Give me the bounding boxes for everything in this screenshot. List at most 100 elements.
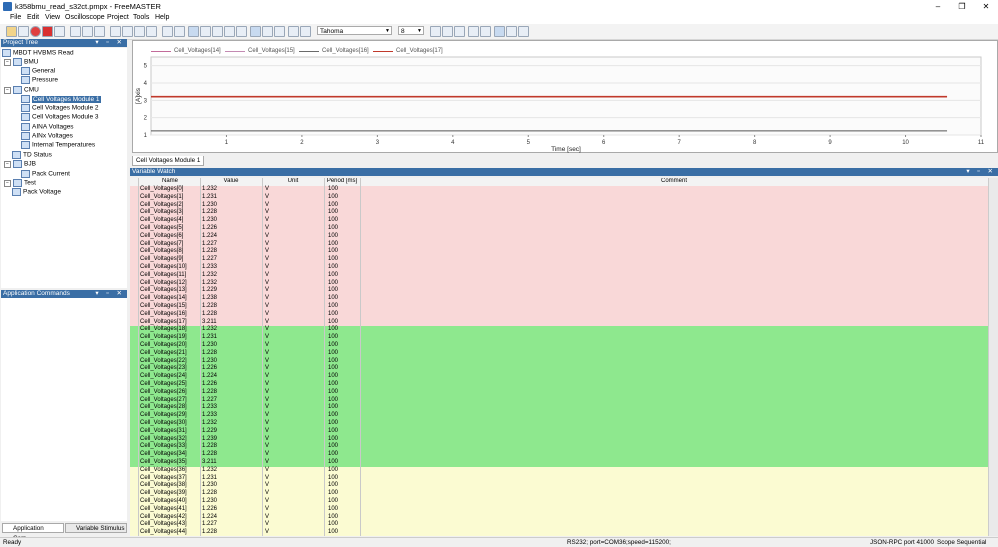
table-row[interactable]: Cell_Voltages[22] 1.230 V 100 xyxy=(130,357,988,366)
italic-icon[interactable] xyxy=(442,26,453,37)
table-row[interactable]: Cell_Voltages[0] 1.232 V 100 xyxy=(130,186,988,194)
align-left-icon[interactable] xyxy=(494,26,505,37)
close-button[interactable]: ✕ xyxy=(976,1,996,12)
table-row[interactable]: Cell_Voltages[30] 1.232 V 100 xyxy=(130,420,988,428)
tree-node-cell-voltages-module-2[interactable]: Cell Voltages Module 2 xyxy=(21,104,99,113)
vertical-scrollbar[interactable] xyxy=(988,178,998,536)
tab-scope-cell-voltages-module-1[interactable]: Cell Voltages Module 1 xyxy=(132,156,205,166)
back-icon[interactable] xyxy=(110,26,121,37)
table-row[interactable]: Cell_Voltages[38] 1.230 V 100 xyxy=(130,482,988,491)
pane-controls[interactable]: ▾ ▫ ✕ xyxy=(95,290,125,298)
oscilloscope-panel[interactable]: Cell_Voltages[14] Cell_Voltages[15] Cell… xyxy=(132,40,998,153)
table-row[interactable]: Cell_Voltages[37] 1.231 V 100 xyxy=(130,474,988,483)
export-icon[interactable] xyxy=(288,26,299,37)
tree-node-internal-temperatures[interactable]: Internal Temperatures xyxy=(21,141,95,150)
table-row[interactable]: Cell_Voltages[28] 1.233 V 100 xyxy=(130,404,988,413)
zoom-x-icon[interactable] xyxy=(212,26,223,37)
tree-node-pack-current[interactable]: Pack Current xyxy=(21,170,70,179)
pane-controls[interactable]: ▾ ▫ ✕ xyxy=(966,168,996,176)
table-row[interactable]: Cell_Voltages[35] 3.211 V 100 xyxy=(130,459,988,467)
underline-icon[interactable] xyxy=(454,26,465,37)
column-header-value[interactable]: Value xyxy=(200,178,262,186)
table-row[interactable]: Cell_Voltages[3] 1.228 V 100 xyxy=(130,209,988,218)
move-down-icon[interactable] xyxy=(274,26,285,37)
fit-icon[interactable] xyxy=(236,26,247,37)
table-row[interactable]: Cell_Voltages[20] 1.230 V 100 xyxy=(130,342,988,350)
table-row[interactable]: Cell_Voltages[1] 1.231 V 100 xyxy=(130,193,988,202)
pane-controls[interactable]: ▾ ▫ ✕ xyxy=(95,39,125,47)
tab-application-commands[interactable]: Application Com... xyxy=(2,523,64,542)
column-header-period[interactable]: Period [ms] xyxy=(324,178,360,186)
table-row[interactable]: Cell_Voltages[23] 1.226 V 100 xyxy=(130,365,988,374)
table-row[interactable]: Cell_Voltages[9] 1.227 V 100 xyxy=(130,256,988,264)
table-row[interactable]: Cell_Voltages[7] 1.227 V 100 xyxy=(130,240,988,249)
table-row[interactable]: Cell_Voltages[8] 1.228 V 100 xyxy=(130,248,988,257)
save-icon[interactable] xyxy=(18,26,29,37)
table-row[interactable]: Cell_Voltages[34] 1.228 V 100 xyxy=(130,451,988,459)
table-row[interactable]: Cell_Voltages[6] 1.224 V 100 xyxy=(130,232,988,241)
menu-tools[interactable]: Tools xyxy=(133,14,149,21)
align-right-icon[interactable] xyxy=(518,26,529,37)
table-row[interactable]: Cell_Voltages[10] 1.233 V 100 xyxy=(130,264,988,272)
print-icon[interactable] xyxy=(300,26,311,37)
pan-icon[interactable] xyxy=(200,26,211,37)
maximize-button[interactable]: ❐ xyxy=(952,1,972,12)
font-size-select[interactable]: 8 ▼ xyxy=(398,26,424,35)
up-icon[interactable] xyxy=(134,26,145,37)
table-row[interactable]: Cell_Voltages[27] 1.227 V 100 xyxy=(130,396,988,405)
column-header-unit[interactable]: Unit xyxy=(262,178,324,186)
table-row[interactable]: Cell_Voltages[11] 1.232 V 100 xyxy=(130,271,988,280)
table-row[interactable]: Cell_Voltages[40] 1.230 V 100 xyxy=(130,498,988,506)
tree-node-ainx-voltages[interactable]: AINx Voltages xyxy=(21,132,73,141)
tree-node-aina-voltages[interactable]: AINA Voltages xyxy=(21,123,74,132)
properties-icon[interactable] xyxy=(146,26,157,37)
menu-file[interactable]: File xyxy=(10,14,21,21)
table-row[interactable]: Cell_Voltages[21] 1.228 V 100 xyxy=(130,349,988,358)
tree-node-bmu[interactable]: − BMU xyxy=(4,58,38,67)
menu-project[interactable]: Project xyxy=(107,14,129,21)
stop-icon[interactable] xyxy=(30,26,41,37)
table-row[interactable]: Cell_Voltages[33] 1.228 V 100 xyxy=(130,443,988,452)
tree-node-general[interactable]: General xyxy=(21,67,55,76)
menu-oscilloscope[interactable]: Oscilloscope xyxy=(65,14,105,21)
table-row[interactable]: Cell_Voltages[13] 1.229 V 100 xyxy=(130,287,988,296)
table-row[interactable]: Cell_Voltages[29] 1.233 V 100 xyxy=(130,412,988,420)
collapse-icon[interactable]: − xyxy=(4,160,11,168)
table-row[interactable]: Cell_Voltages[2] 1.230 V 100 xyxy=(130,201,988,210)
tree-node-cell-voltages-module-1[interactable]: Cell Voltages Module 1 xyxy=(21,95,101,104)
table-row[interactable]: Cell_Voltages[42] 1.224 V 100 xyxy=(130,513,988,522)
menu-help[interactable]: Help xyxy=(155,14,169,21)
table-row[interactable]: Cell_Voltages[36] 1.232 V 100 xyxy=(130,466,988,475)
align-center-icon[interactable] xyxy=(506,26,517,37)
pause-icon[interactable] xyxy=(54,26,65,37)
tree-node-bjb[interactable]: − BJB xyxy=(4,160,36,169)
tree-node-root[interactable]: MBDT HVBMS Read xyxy=(2,49,74,58)
table-row[interactable]: Cell_Voltages[16] 1.228 V 100 xyxy=(130,310,988,319)
collapse-icon[interactable]: − xyxy=(4,58,11,66)
table-row[interactable]: Cell_Voltages[31] 1.229 V 100 xyxy=(130,427,988,436)
table-row[interactable]: Cell_Voltages[26] 1.228 V 100 xyxy=(130,388,988,397)
collapse-icon[interactable]: − xyxy=(4,86,11,94)
table-row[interactable]: Cell_Voltages[5] 1.226 V 100 xyxy=(130,225,988,233)
menu-edit[interactable]: Edit xyxy=(27,14,39,21)
table-row[interactable]: Cell_Voltages[12] 1.232 V 100 xyxy=(130,279,988,288)
table-row[interactable]: Cell_Voltages[18] 1.232 V 100 xyxy=(130,326,988,335)
zoom-y-icon[interactable] xyxy=(224,26,235,37)
table-row[interactable]: Cell_Voltages[19] 1.231 V 100 xyxy=(130,334,988,342)
minimize-button[interactable]: – xyxy=(928,1,948,12)
copy-icon[interactable] xyxy=(82,26,93,37)
zoom-out-icon[interactable] xyxy=(174,26,185,37)
cursor-icon[interactable] xyxy=(188,26,199,37)
table-row[interactable]: Cell_Voltages[43] 1.227 V 100 xyxy=(130,521,988,530)
font-select[interactable]: Tahoma ▼ xyxy=(317,26,392,35)
table-row[interactable]: Cell_Voltages[44] 1.228 V 100 xyxy=(130,529,988,536)
cut-icon[interactable] xyxy=(70,26,81,37)
table-row[interactable]: Cell_Voltages[24] 1.224 V 100 xyxy=(130,373,988,381)
table-row[interactable]: Cell_Voltages[4] 1.230 V 100 xyxy=(130,217,988,225)
tree-node-cell-voltages-module-3[interactable]: Cell Voltages Module 3 xyxy=(21,113,99,122)
table-row[interactable]: Cell_Voltages[39] 1.228 V 100 xyxy=(130,490,988,498)
record-icon[interactable] xyxy=(42,26,53,37)
tree-node-pressure[interactable]: Pressure xyxy=(21,76,58,85)
paste-icon[interactable] xyxy=(94,26,105,37)
color-icon[interactable] xyxy=(468,26,479,37)
